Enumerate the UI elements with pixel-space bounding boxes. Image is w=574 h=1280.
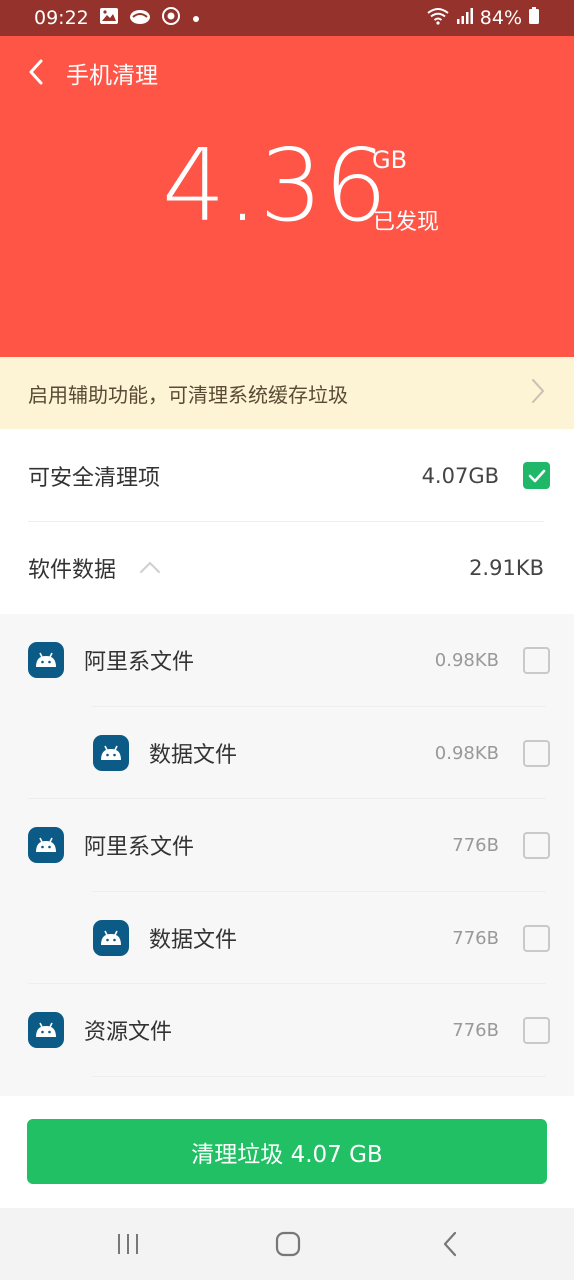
back-icon bbox=[29, 59, 43, 85]
item-checkbox[interactable] bbox=[523, 1016, 550, 1044]
notice-text: 启用辅助功能，可清理系统缓存垃圾 bbox=[28, 382, 348, 407]
check-icon bbox=[528, 469, 545, 482]
list-item[interactable]: 阿里系文件 776B bbox=[0, 799, 574, 891]
android-app-icon bbox=[28, 642, 64, 678]
safe-cleanup-label: 可安全清理项 bbox=[28, 465, 161, 491]
wifi-icon bbox=[426, 7, 450, 30]
item-size: 776B bbox=[452, 927, 499, 949]
item-name: 阿里系文件 bbox=[84, 835, 195, 860]
item-name: 资源文件 bbox=[84, 1020, 173, 1045]
accessibility-notice[interactable]: 启用辅助功能，可清理系统缓存垃圾 bbox=[0, 357, 574, 429]
android-app-icon bbox=[93, 920, 129, 956]
home-icon bbox=[275, 1231, 301, 1257]
list-item[interactable]: 资源文件 776B bbox=[0, 984, 574, 1076]
notification-dot-icon bbox=[191, 7, 201, 29]
item-checkbox[interactable] bbox=[523, 646, 550, 674]
software-data-row[interactable]: 软件数据 2.91KB bbox=[0, 522, 574, 614]
recent-apps-button[interactable] bbox=[106, 1222, 150, 1266]
found-label: 已发现 bbox=[373, 210, 440, 235]
item-name: 数据文件 bbox=[149, 928, 238, 953]
safe-cleanup-checkbox[interactable] bbox=[523, 462, 550, 489]
gallery-icon bbox=[99, 7, 119, 30]
status-bar: 09:22 84% bbox=[0, 0, 574, 36]
system-nav-bar bbox=[0, 1208, 574, 1280]
item-size: 776B bbox=[452, 834, 499, 856]
status-time: 09:22 bbox=[34, 7, 89, 29]
battery-level: 84% bbox=[479, 7, 522, 29]
divider bbox=[92, 1076, 546, 1077]
nav-back-icon bbox=[443, 1231, 457, 1257]
item-size: 0.98KB bbox=[434, 649, 499, 671]
battery-icon bbox=[528, 6, 540, 30]
item-name: 阿里系文件 bbox=[84, 650, 195, 675]
summary-header: 手机清理 4.36 GB 已发现 bbox=[0, 36, 574, 357]
item-checkbox[interactable] bbox=[523, 831, 550, 859]
android-app-icon bbox=[28, 1012, 64, 1048]
list-item[interactable]: 数据文件 776B bbox=[0, 892, 574, 984]
item-checkbox[interactable] bbox=[523, 924, 550, 952]
android-app-icon bbox=[28, 827, 64, 863]
list-item[interactable]: 阿里系文件 0.98KB bbox=[0, 614, 574, 706]
item-checkbox[interactable] bbox=[523, 739, 550, 767]
item-size: 0.98KB bbox=[434, 742, 499, 764]
safe-cleanup-size: 4.07GB bbox=[421, 463, 499, 488]
back-button[interactable] bbox=[18, 54, 54, 90]
safe-cleanup-row[interactable]: 可安全清理项 4.07GB bbox=[0, 429, 574, 522]
home-button[interactable] bbox=[266, 1222, 310, 1266]
signal-icon bbox=[456, 7, 474, 30]
recent-apps-icon bbox=[118, 1234, 138, 1254]
software-data-size: 2.91KB bbox=[469, 556, 544, 580]
chevron-right-icon bbox=[530, 377, 546, 410]
cloud-icon bbox=[129, 7, 151, 30]
chevron-up-icon[interactable] bbox=[138, 559, 162, 578]
found-amount: 4.36 bbox=[162, 127, 389, 244]
target-icon bbox=[161, 6, 181, 31]
nav-back-button[interactable] bbox=[428, 1222, 472, 1266]
software-data-label: 软件数据 bbox=[28, 558, 117, 583]
list-item[interactable]: 数据文件 0.98KB bbox=[0, 707, 574, 799]
item-size: 776B bbox=[452, 1019, 499, 1041]
android-app-icon bbox=[93, 735, 129, 771]
clean-junk-button[interactable]: 清理垃圾 4.07 GB bbox=[27, 1119, 547, 1184]
found-unit: GB bbox=[372, 146, 408, 174]
page-title: 手机清理 bbox=[66, 63, 158, 89]
item-name: 数据文件 bbox=[149, 743, 238, 768]
